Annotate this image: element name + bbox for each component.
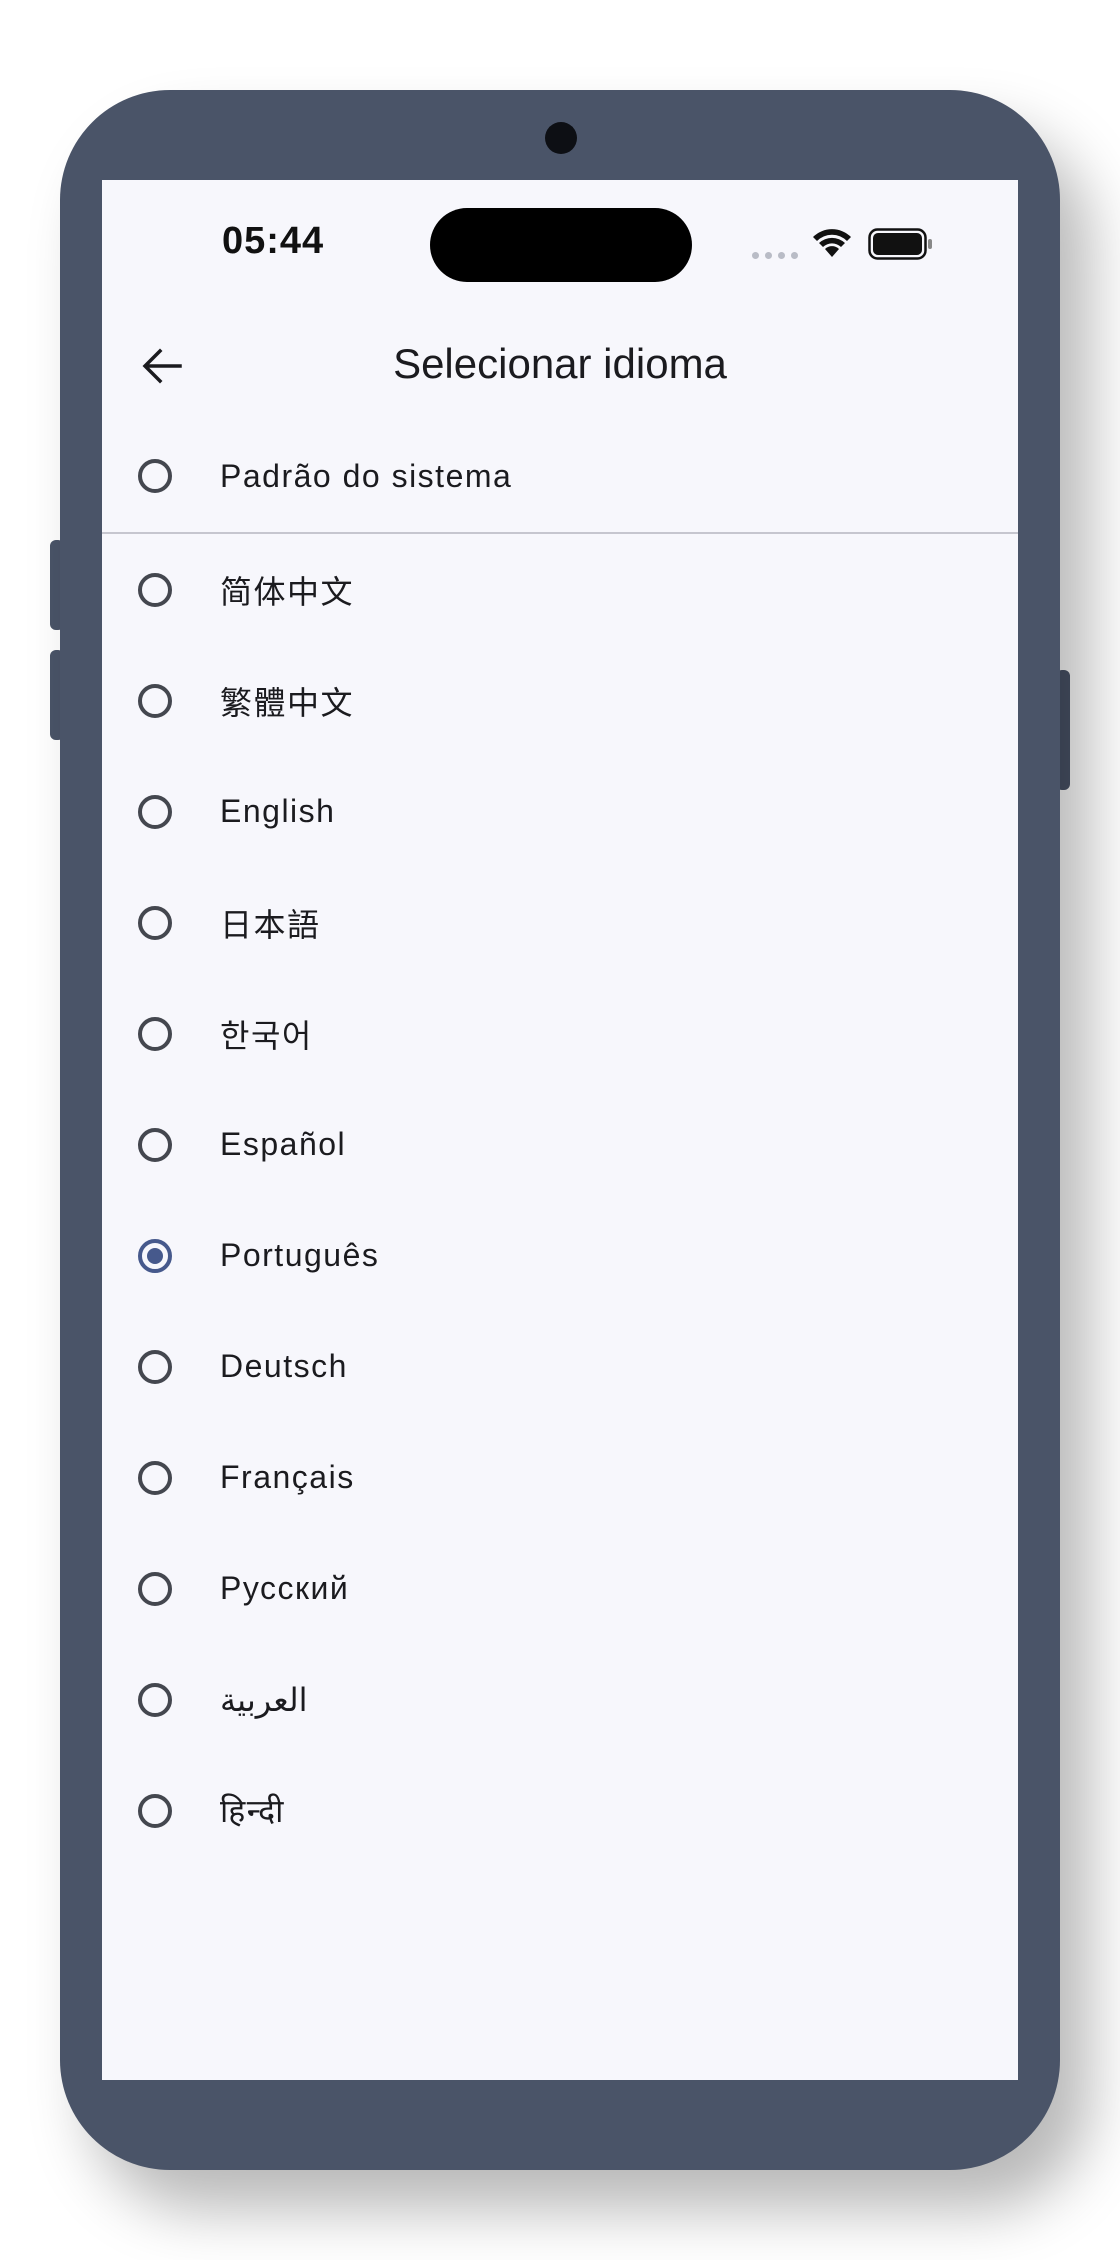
radio-button[interactable] — [138, 459, 172, 493]
app-bar: Selecionar idioma — [102, 310, 1018, 420]
radio-button[interactable] — [138, 1349, 172, 1384]
option-label: 繁體中文 — [220, 684, 355, 721]
option-label: Português — [220, 1237, 380, 1273]
option-label: Padrão do sistema — [220, 457, 513, 494]
status-bar: 05:44 — [102, 180, 1018, 310]
page-title: Selecionar idioma — [393, 340, 727, 387]
language-option[interactable]: English — [102, 756, 1018, 867]
option-label: 简体中文 — [220, 573, 355, 610]
radio-button[interactable] — [138, 1016, 172, 1051]
language-option[interactable]: 한국어 — [102, 978, 1018, 1089]
language-option[interactable]: Español — [102, 1089, 1018, 1200]
language-options: 简体中文繁體中文 English 日本語 한국어 Español Português Deu… — [102, 534, 1018, 1866]
language-option[interactable]: 日本語 — [102, 867, 1018, 978]
option-label: 日本語 — [220, 906, 321, 943]
radio-button-selected[interactable] — [138, 1238, 172, 1273]
radio-button[interactable] — [138, 905, 172, 940]
option-label: हिन्दी — [220, 1793, 285, 1829]
battery-icon — [868, 228, 932, 260]
device-stage: 05:44 Selecionar idioma Padrão do sistem… — [0, 0, 1120, 2260]
language-list: Padrão do sistema 简体中文繁體中文 English 日本語 한국어 E… — [102, 420, 1018, 1866]
language-option[interactable]: 繁體中文 — [102, 645, 1018, 756]
language-option[interactable]: 简体中文 — [102, 534, 1018, 645]
option-label: Español — [220, 1126, 347, 1162]
option-label: Deutsch — [220, 1348, 348, 1384]
dynamic-island — [430, 208, 692, 282]
radio-button[interactable] — [138, 1682, 172, 1717]
radio-button[interactable] — [138, 1460, 172, 1495]
language-option[interactable]: Русский — [102, 1533, 1018, 1644]
wifi-icon — [813, 229, 851, 257]
status-time: 05:44 — [222, 220, 325, 262]
radio-button[interactable] — [138, 1127, 172, 1162]
language-option[interactable]: Deutsch — [102, 1311, 1018, 1422]
radio-button[interactable] — [138, 572, 172, 607]
cellular-signal-icon — [752, 252, 798, 259]
language-option[interactable]: Français — [102, 1422, 1018, 1533]
language-option[interactable]: हिन्दी — [102, 1755, 1018, 1866]
option-label: العربية — [220, 1681, 308, 1718]
option-label: 한국어 — [220, 1017, 313, 1054]
radio-button[interactable] — [138, 683, 172, 718]
radio-button[interactable] — [138, 1793, 172, 1828]
radio-button[interactable] — [138, 1571, 172, 1606]
language-option[interactable]: Português — [102, 1200, 1018, 1311]
language-option-system[interactable]: Padrão do sistema — [102, 420, 1018, 532]
radio-button[interactable] — [138, 794, 172, 829]
option-label: Русский — [220, 1570, 350, 1606]
front-camera — [545, 122, 577, 154]
option-label: Français — [220, 1459, 355, 1495]
phone-screen: 05:44 Selecionar idioma Padrão do sistem… — [102, 180, 1018, 2080]
language-option[interactable]: العربية — [102, 1644, 1018, 1755]
option-label: English — [220, 793, 336, 829]
